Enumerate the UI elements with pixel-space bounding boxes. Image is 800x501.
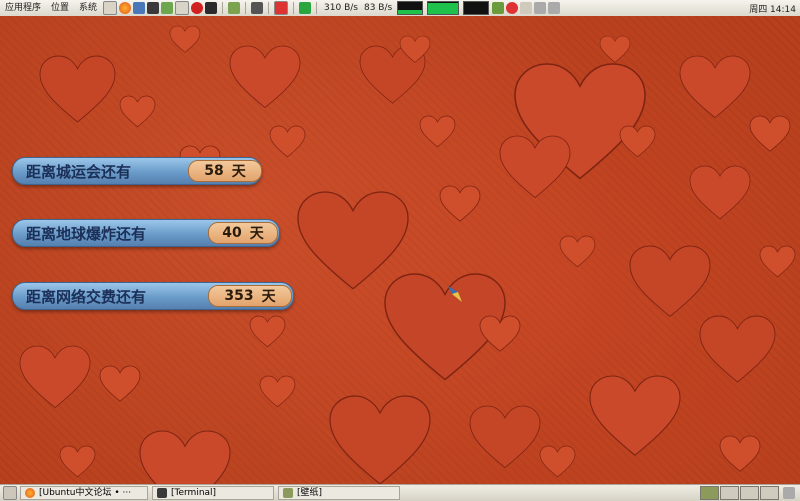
countdown-value: 40	[222, 225, 242, 241]
swap-meter	[463, 1, 490, 15]
workspace-1[interactable]	[700, 486, 719, 500]
countdown-label: 距离地球爆炸还有	[26, 225, 147, 243]
taskbar-item-browser[interactable]: [Ubuntu中文论坛 • ···	[20, 486, 148, 500]
mail-icon[interactable]	[103, 1, 118, 15]
taskbar-item-label: [壁纸]	[297, 488, 323, 498]
applet-icon[interactable]	[228, 2, 241, 14]
bottom-panel: [Ubuntu中文论坛 • ··· [Terminal] [壁纸]	[0, 484, 800, 501]
opera-icon[interactable]	[191, 2, 204, 14]
panel-separator	[293, 2, 295, 14]
puzzle-icon[interactable]	[161, 2, 174, 14]
countdown-unit: 天	[231, 164, 246, 180]
workspace-2[interactable]	[720, 486, 739, 500]
taskbar-item-wallpaper[interactable]: [壁纸]	[278, 486, 400, 500]
countdown-widget-games: 距离城运会还有 58 天	[12, 157, 262, 185]
menu-places[interactable]: 位置	[46, 0, 74, 16]
mouse-icon[interactable]	[534, 2, 547, 14]
volume-icon[interactable]	[548, 2, 561, 14]
taskbar-item-label: [Ubuntu中文论坛 • ···	[39, 488, 132, 498]
terminal-icon	[157, 488, 167, 498]
workspace-switcher	[699, 486, 796, 500]
taskbar-item-label: [Terminal]	[171, 488, 217, 498]
firefox-icon[interactable]	[119, 2, 132, 14]
image-icon	[283, 488, 293, 498]
countdown-unit: 天	[249, 226, 264, 242]
clock[interactable]: 周四 14:14	[745, 2, 800, 15]
countdown-widget-network-fee: 距离网络交费还有 353 天	[12, 282, 294, 310]
net-up-rate: 83 B/s	[363, 3, 393, 13]
taskbar-item-terminal[interactable]: [Terminal]	[152, 486, 274, 500]
countdown-unit: 天	[261, 289, 276, 305]
desktop-wallpaper: 距离城运会还有 58 天 距离地球爆炸还有 40 天 距离网络交费还有 353 …	[0, 16, 800, 484]
google-icon[interactable]	[506, 2, 519, 14]
hearts-wallpaper	[19, 25, 796, 484]
panel-separator	[222, 2, 224, 14]
heart-pattern	[19, 25, 796, 484]
workspace-4[interactable]	[760, 486, 779, 500]
show-desktop-icon[interactable]	[3, 486, 17, 500]
media-icon[interactable]	[274, 1, 289, 15]
workspace-3[interactable]	[740, 486, 759, 500]
update-icon[interactable]	[299, 2, 312, 14]
countdown-value: 353	[224, 288, 254, 304]
countdown-widget-earth: 距离地球爆炸还有 40 天	[12, 219, 280, 247]
menu-system[interactable]: 系统	[74, 0, 102, 16]
panel-separator	[245, 2, 247, 14]
terminal-icon[interactable]	[147, 2, 160, 14]
file-manager-icon[interactable]	[175, 1, 190, 15]
trash-icon[interactable]	[783, 487, 795, 499]
countdown-label: 距离网络交费还有	[26, 288, 147, 306]
net-down-rate: 310 B/s	[324, 3, 358, 13]
bug-icon[interactable]	[492, 2, 505, 14]
top-panel: 应用程序 位置 系统 310 B/s 83 B/s 周四 14:14	[0, 0, 800, 17]
countdown-label: 距离城运会还有	[26, 163, 132, 181]
pen-icon[interactable]	[520, 2, 533, 14]
memory-meter	[427, 1, 460, 15]
network-icon[interactable]	[133, 2, 146, 14]
panel-separator	[268, 2, 270, 14]
menu-applications[interactable]: 应用程序	[0, 0, 46, 16]
countdown-value: 58	[204, 163, 224, 179]
cpu-meter	[397, 1, 424, 15]
firefox-icon	[25, 488, 35, 498]
panel-separator	[316, 2, 318, 14]
screen-icon[interactable]	[205, 2, 218, 14]
cloud-icon[interactable]	[251, 2, 264, 14]
